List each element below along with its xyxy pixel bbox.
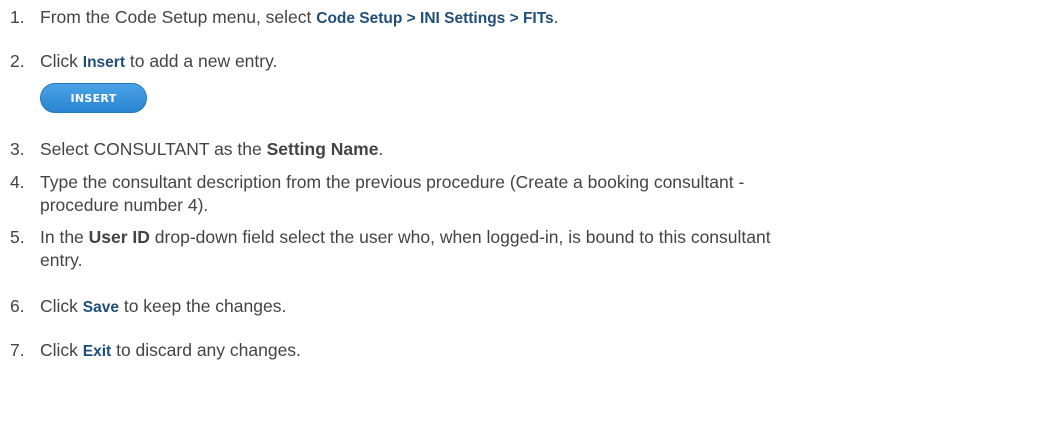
- step-text: Click: [40, 296, 83, 316]
- step-text-continued: procedure number 4).: [40, 195, 209, 215]
- step-text-continued: entry.: [40, 250, 83, 270]
- step-number: 2.: [10, 51, 25, 71]
- step-7: 7. Click Exit to discard any changes.: [10, 339, 1033, 363]
- step-text: to discard any changes.: [111, 340, 301, 360]
- step-6: 6. Click Save to keep the changes.: [10, 295, 1033, 319]
- save-command: Save: [82, 299, 119, 316]
- insert-command: Insert: [82, 54, 125, 71]
- step-text: to add a new entry.: [125, 51, 278, 71]
- step-number: 1.: [10, 7, 25, 27]
- setting-name-field: Setting Name: [266, 139, 379, 159]
- insert-button[interactable]: INSERT: [40, 83, 147, 113]
- step-text: to keep the changes.: [118, 296, 287, 316]
- step-text: drop-down field select the user who, whe…: [149, 227, 771, 247]
- step-3: 3. Select CONSULTANT as the Setting Name.: [10, 138, 1033, 161]
- step-4: 4. Type the consultant description from t…: [10, 171, 1033, 217]
- user-id-field: User ID: [88, 227, 150, 247]
- step-number: 4.: [10, 172, 25, 192]
- step-text: In the: [40, 227, 89, 247]
- step-text: .: [553, 7, 559, 27]
- step-number: 3.: [10, 139, 25, 159]
- step-text: Select CONSULTANT as the: [40, 139, 267, 159]
- step-2: 2. Click Insert to add a new entry.: [10, 50, 1033, 74]
- step-number: 6.: [10, 296, 25, 316]
- step-1: 1. From the Code Setup menu, select Code …: [10, 6, 1033, 30]
- step-number: 7.: [10, 340, 25, 360]
- exit-command: Exit: [82, 343, 112, 360]
- step-text: Click: [40, 51, 83, 71]
- menu-path: Code Setup > INI Settings > FITs: [316, 10, 554, 27]
- step-text: From the Code Setup menu, select: [40, 7, 317, 27]
- step-number: 5.: [10, 227, 25, 247]
- step-5: 5. In the User ID drop-down field select …: [10, 226, 1033, 272]
- step-text: .: [378, 139, 384, 159]
- step-text: Click: [40, 340, 83, 360]
- step-text: Type the consultant description from the…: [40, 172, 745, 192]
